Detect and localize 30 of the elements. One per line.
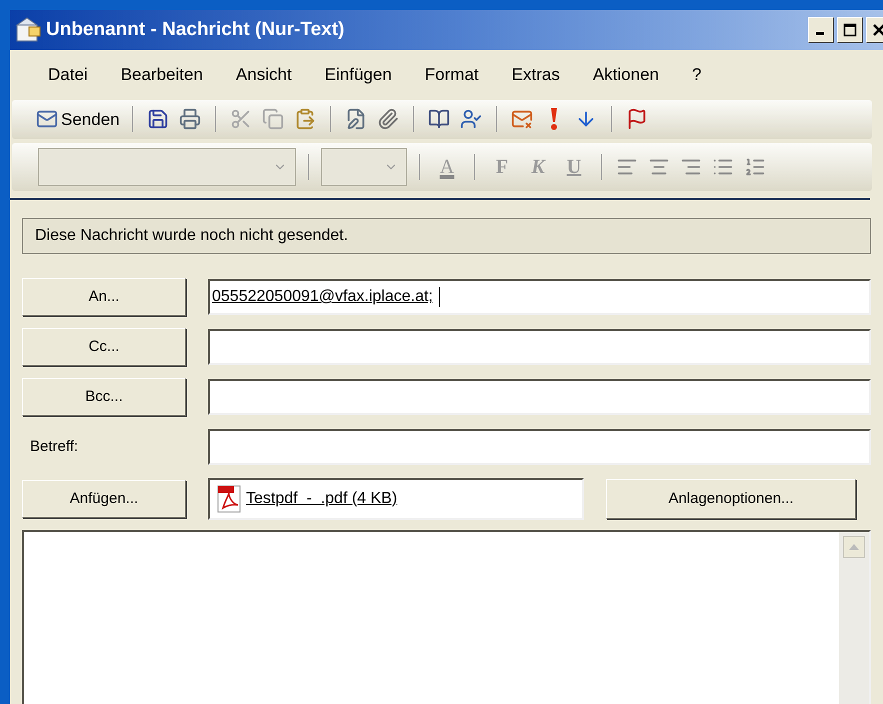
menu-item[interactable]: Format xyxy=(424,62,479,88)
menu-item[interactable]: Einfügen xyxy=(324,62,392,88)
minimize-button[interactable] xyxy=(808,16,834,43)
minimize-icon xyxy=(816,32,824,36)
menu-item[interactable]: Ansicht xyxy=(236,62,292,88)
menu-item[interactable]: Datei xyxy=(48,62,88,88)
close-icon xyxy=(872,22,883,37)
menu-item[interactable]: Extras xyxy=(512,62,560,88)
address-field[interactable] xyxy=(208,429,871,465)
exclamation-icon[interactable] xyxy=(550,108,558,130)
menu-item[interactable]: ? xyxy=(692,62,702,88)
attachment-field[interactable]: Testpdf - .pdf (4 KB) xyxy=(208,478,584,520)
attach-button[interactable]: Anfügen... xyxy=(22,480,186,518)
address-button[interactable]: Bcc... xyxy=(22,378,186,416)
attachment-link[interactable]: Testpdf - .pdf (4 KB) xyxy=(246,487,398,511)
window-title: Unbenannt - Nachricht (Nur-Text) xyxy=(46,18,346,42)
attachment-options-button[interactable]: Anlagenoptionen... xyxy=(606,479,856,519)
subject-label: Betreff: xyxy=(29,436,80,457)
menu-item[interactable]: Aktionen xyxy=(592,62,659,88)
menu-item[interactable]: Bearbeiten xyxy=(120,62,203,88)
send-button[interactable]: Senden xyxy=(36,106,120,132)
info-bar: Diese Nachricht wurde noch nicht gesendet. xyxy=(22,218,871,254)
maximize-button[interactable] xyxy=(837,16,863,43)
address-field[interactable] xyxy=(208,329,871,365)
address-button[interactable]: Cc... xyxy=(22,328,186,366)
address-field[interactable]: 055522050091@vfax.iplace.at; xyxy=(208,279,871,315)
triangle-up-icon xyxy=(849,544,859,550)
address-field[interactable] xyxy=(208,379,871,415)
address-button[interactable]: An... xyxy=(22,278,186,316)
maximize-icon xyxy=(843,22,857,37)
